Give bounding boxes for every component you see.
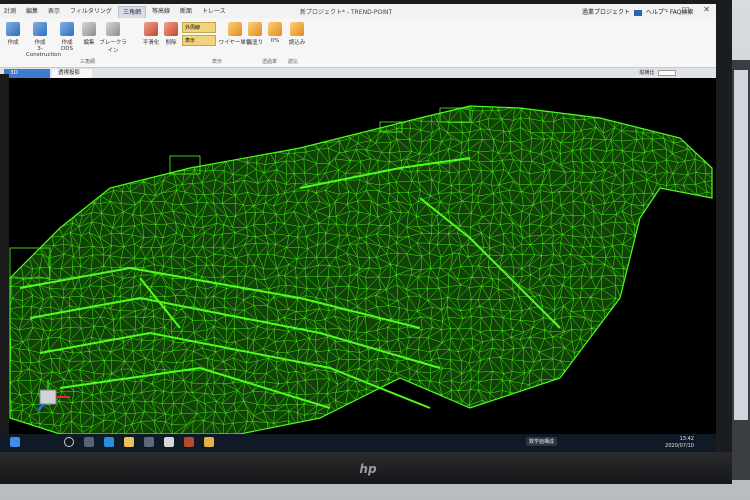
tab-3d[interactable]: 3D: [4, 69, 50, 78]
trend-point-icon[interactable]: [184, 437, 194, 447]
edit-icon: [82, 22, 96, 36]
group-label-load: 読込: [288, 59, 299, 65]
app-icon[interactable]: [164, 437, 174, 447]
view-tab-strip: 3D 透視投影 縦横比: [0, 68, 716, 78]
aspect-ratio-field[interactable]: [658, 69, 676, 76]
menu-measure[interactable]: 計測: [0, 6, 20, 18]
title-bar: 計測 編集 表示 フィルタリング 三角網 等高線 断面 トレース 新プロジェクト…: [0, 4, 716, 18]
menu-view[interactable]: 表示: [44, 6, 64, 18]
minimize-button[interactable]: –: [664, 5, 668, 14]
create-icon: [6, 22, 20, 36]
create-dds-button[interactable]: 作成 DDS: [56, 22, 78, 52]
smooth-icon: [144, 22, 158, 36]
window-controls: – □ ✕: [664, 5, 710, 14]
group-label-display: 表示: [212, 59, 223, 65]
second-monitor-screen: [734, 70, 748, 420]
fill-icon: [248, 22, 262, 36]
trend-one-icon[interactable]: [204, 437, 214, 447]
create-3c-icon: [33, 22, 47, 36]
second-monitor: [730, 60, 750, 480]
edge-icon[interactable]: [104, 437, 114, 447]
hp-logo: hp: [359, 462, 377, 476]
create-dds-icon: [60, 22, 74, 36]
tab-perspective[interactable]: 透視投影: [52, 69, 92, 78]
monitor-screen: 計測 編集 表示 フィルタリング 三角網 等高線 断面 トレース 新プロジェクト…: [0, 4, 716, 452]
load-icon: [290, 22, 304, 36]
wireframe-mesh: [9, 105, 713, 434]
aspect-ratio-control[interactable]: 縦横比: [639, 69, 676, 76]
create-button[interactable]: 作成: [2, 22, 24, 46]
triangle-display-group: 外周線 表示: [182, 22, 216, 48]
store-icon[interactable]: [144, 437, 154, 447]
close-button[interactable]: ✕: [703, 5, 710, 14]
outline-toggle[interactable]: 外周線: [182, 22, 216, 33]
windows-taskbar: 数学面構成 13:42 2020/07/10: [0, 434, 716, 452]
create-3c-button[interactable]: 作成 3-Construction: [26, 22, 61, 58]
fill-button[interactable]: 面塗り: [244, 22, 266, 46]
breakline-icon: [106, 22, 120, 36]
system-clock[interactable]: 13:42 2020/07/10: [665, 436, 694, 450]
breakline-button[interactable]: ブレークライン: [98, 22, 128, 54]
search-icon[interactable]: [64, 437, 74, 447]
menu-bar: 計測 編集 表示 フィルタリング 三角網 等高線 断面 トレース: [0, 6, 230, 18]
transparency-button[interactable]: 0%: [264, 22, 286, 44]
menu-triangle-mesh[interactable]: 三角網: [117, 6, 146, 18]
menu-edit[interactable]: 編集: [22, 6, 42, 18]
task-view-icon[interactable]: [84, 437, 94, 447]
display-toggle[interactable]: 表示: [182, 35, 216, 46]
group-label-mesh: 三角網: [80, 59, 96, 65]
menu-section[interactable]: 断面: [176, 6, 196, 18]
wire-color-icon: [228, 22, 242, 36]
project-label[interactable]: 過業プロジェクト: [582, 9, 630, 16]
explorer-icon[interactable]: [124, 437, 134, 447]
help-badge-icon: [633, 9, 642, 16]
delete-icon: [164, 22, 178, 36]
3d-viewport[interactable]: [0, 78, 716, 434]
load-button[interactable]: 読込み: [286, 22, 308, 46]
ribbon-toolbar: 作成 作成 3-Construction 作成 DDS 編集 ブレークライン 平…: [0, 18, 716, 68]
group-label-transparency: 透過率: [262, 59, 278, 65]
maximize-button[interactable]: □: [682, 5, 690, 14]
smooth-button[interactable]: 平滑化: [140, 22, 162, 46]
menu-contour[interactable]: 等高線: [148, 6, 174, 18]
window-title: 新プロジェクト* - TREND-POINT: [300, 9, 393, 16]
edit-mesh-button[interactable]: 編集: [78, 22, 100, 46]
start-icon[interactable]: [10, 437, 20, 447]
delete-button[interactable]: 削除: [160, 22, 182, 46]
menu-trace[interactable]: トレース: [198, 6, 230, 18]
menu-filtering[interactable]: フィルタリング: [66, 6, 116, 18]
ime-indicator[interactable]: 数学面構成: [526, 437, 558, 446]
left-side-rail: [0, 74, 9, 434]
transparency-icon: [268, 22, 282, 36]
